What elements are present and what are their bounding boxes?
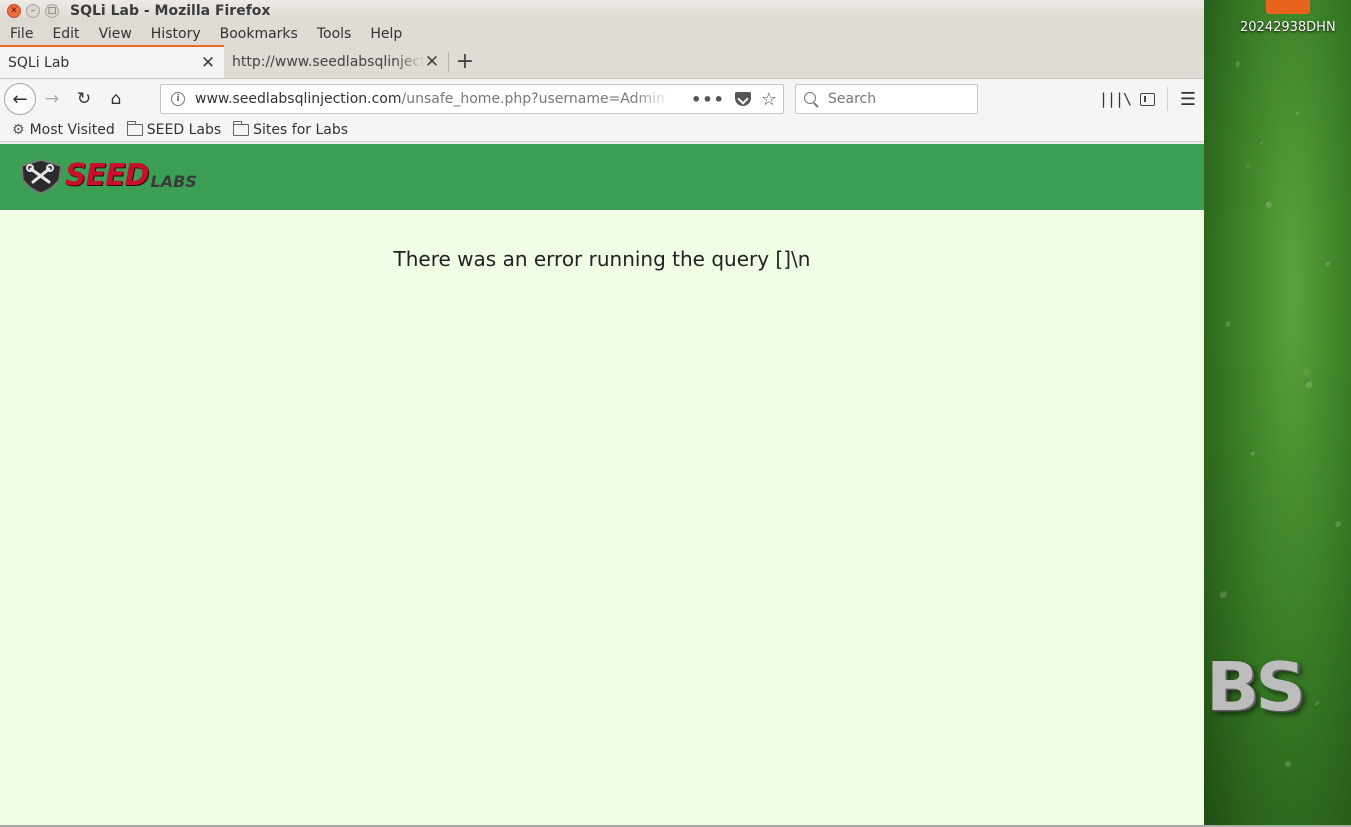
library-icon[interactable]: |||\ xyxy=(1099,83,1132,115)
menu-view[interactable]: View xyxy=(99,26,132,42)
window-title: SQLi Lab - Mozilla Firefox xyxy=(70,3,271,19)
menu-edit[interactable]: Edit xyxy=(52,26,79,42)
maximize-window-icon[interactable]: □ xyxy=(45,4,59,18)
gear-icon: ⚙ xyxy=(12,122,25,138)
menu-bar: File Edit View History Bookmarks Tools H… xyxy=(0,22,1204,46)
back-arrow-icon[interactable]: ← xyxy=(4,83,36,115)
desktop-user-label: 20242938DHN xyxy=(1240,20,1336,35)
bookmark-seed-labs[interactable]: SEED Labs xyxy=(126,121,222,138)
navigation-toolbar: ← → ↻ ⌂ i www.seedlabsqlinjection.com/un… xyxy=(0,79,1204,119)
seed-labs-logo[interactable]: SEED LABS xyxy=(19,158,197,194)
close-window-icon[interactable]: ✕ xyxy=(7,4,21,18)
hamburger-menu-icon[interactable]: ☰ xyxy=(1172,83,1204,115)
sidebar-icon xyxy=(1139,92,1155,106)
menu-bookmarks[interactable]: Bookmarks xyxy=(220,26,298,42)
bookmark-most-visited[interactable]: ⚙ Most Visited xyxy=(12,122,115,138)
sidebar-toggle[interactable] xyxy=(1131,83,1163,115)
logo-labs-text: LABS xyxy=(150,172,197,191)
close-tab-icon[interactable]: ✕ xyxy=(200,53,216,73)
pocket-icon[interactable] xyxy=(734,92,751,106)
search-icon xyxy=(804,92,818,106)
shield-wrench-icon xyxy=(21,159,62,194)
search-placeholder: Search xyxy=(828,91,877,107)
bookmark-star-icon[interactable]: ☆ xyxy=(761,89,777,110)
desktop-app-icon[interactable] xyxy=(1266,0,1310,14)
url-text[interactable]: www.seedlabsqlinjection.com/unsafe_home.… xyxy=(195,91,670,107)
query-error-message: There was an error running the query []\… xyxy=(393,247,811,271)
search-input[interactable]: Search xyxy=(795,84,978,114)
tab-query-url[interactable]: http://www.seedlabsqlinjection.com/unsaf… xyxy=(224,45,448,78)
logo-wordmark: SEED LABS xyxy=(65,161,197,191)
title-bar: ✕ – □ SQLi Lab - Mozilla Firefox xyxy=(0,0,1204,22)
folder-icon xyxy=(126,121,143,136)
tab-label: http://www.seedlabsqlinjection.com/unsaf… xyxy=(232,53,424,70)
site-header: SEED LABS xyxy=(0,144,1204,210)
forward-arrow-icon[interactable]: → xyxy=(36,83,68,115)
bookmark-sites-for-labs[interactable]: Sites for Labs xyxy=(233,121,349,138)
logo-seed-text: SEED xyxy=(65,158,149,193)
new-tab-plus-icon[interactable]: + xyxy=(449,45,481,78)
url-path: /unsafe_home.php?username=Admin'&Passwor… xyxy=(401,91,670,107)
toolbar-separator xyxy=(1167,87,1168,111)
bookmarks-toolbar: ⚙ Most Visited SEED Labs Sites for Labs xyxy=(0,119,1204,142)
bookmark-label: Sites for Labs xyxy=(253,122,349,138)
menu-help[interactable]: Help xyxy=(370,26,402,42)
site-info-icon[interactable]: i xyxy=(171,92,185,106)
folder-icon xyxy=(233,121,250,136)
reload-icon[interactable]: ↻ xyxy=(68,83,100,115)
menu-history[interactable]: History xyxy=(151,26,201,42)
url-bar[interactable]: i www.seedlabsqlinjection.com/unsafe_hom… xyxy=(160,84,784,114)
tab-sqli-lab[interactable]: SQLi Lab ✕ xyxy=(0,45,224,78)
menu-tools[interactable]: Tools xyxy=(317,26,352,42)
tab-label: SQLi Lab xyxy=(8,54,70,71)
bookmark-label: Most Visited xyxy=(29,122,115,138)
url-host: www.seedlabsqlinjection.com xyxy=(195,91,402,107)
page-content: SEED LABS There was an error running the… xyxy=(0,144,1204,825)
menu-file[interactable]: File xyxy=(10,26,33,42)
home-icon[interactable]: ⌂ xyxy=(100,83,132,115)
page-actions-icon[interactable]: ••• xyxy=(691,90,725,109)
tab-bar: SQLi Lab ✕ http://www.seedlabsqlinjectio… xyxy=(0,45,1204,79)
bookmark-label: SEED Labs xyxy=(146,122,222,138)
minimize-window-icon[interactable]: – xyxy=(26,4,40,18)
close-tab-icon[interactable]: ✕ xyxy=(424,52,440,72)
desktop-seed-logo: BS xyxy=(1206,648,1306,726)
